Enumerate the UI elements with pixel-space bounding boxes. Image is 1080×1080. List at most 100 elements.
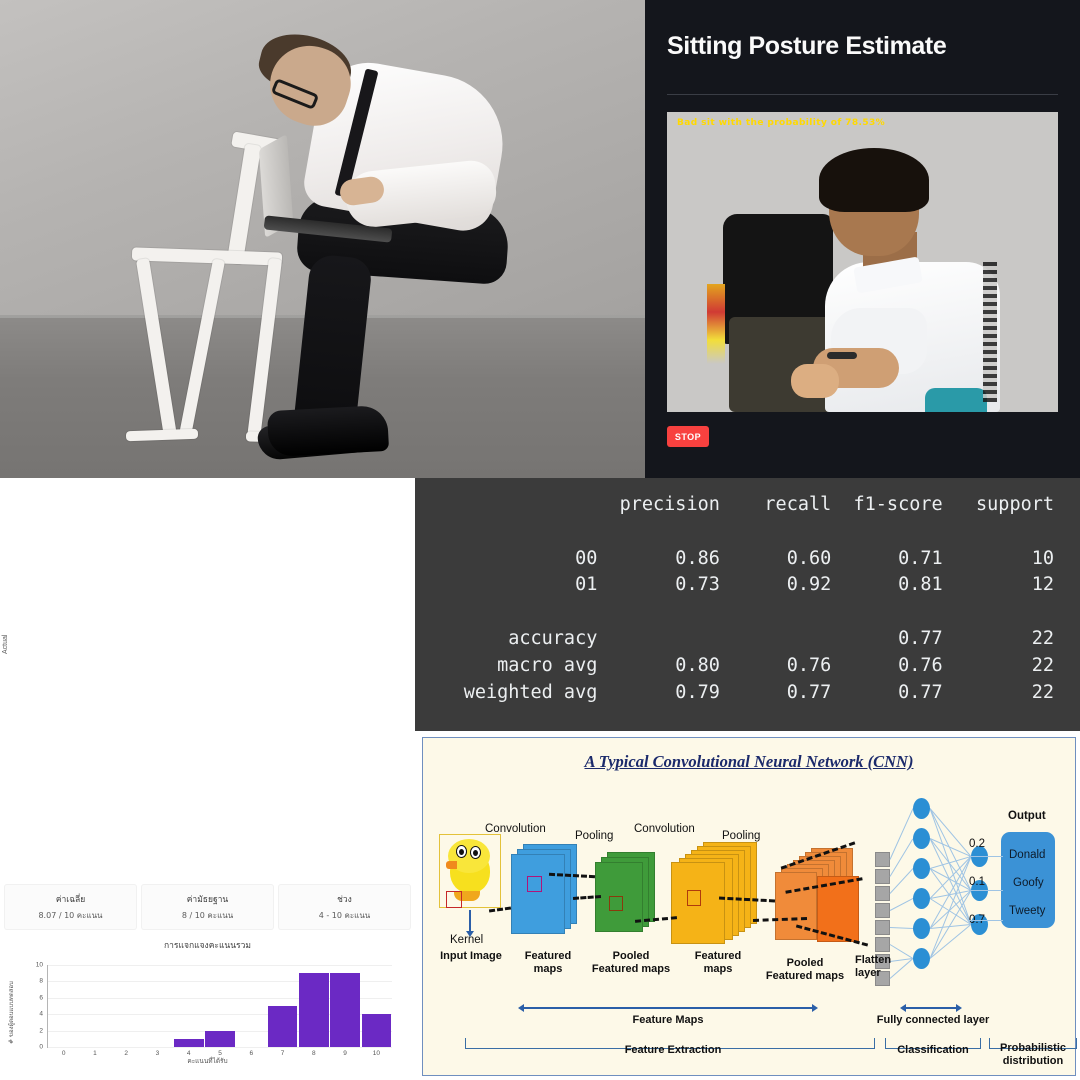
dashboard-collage: Sitting Posture Estimate Bad sit with th… [0, 0, 1080, 1080]
stat-card-mean: ค่าเฉลี่ย 8.07 / 10 คะแนน [4, 884, 137, 930]
hist-x-tick: 10 [372, 1050, 380, 1057]
label-probabilistic-b: distribution [1002, 1054, 1064, 1067]
score-histogram-chart: การแจกแจงคะแนนรวม # ของผู้ตอบแบบทดสอบ 0 2… [0, 932, 415, 1080]
kernel-label: Kernel [450, 934, 484, 946]
live-video-feed: Bad sit with the probability of 78.53% [667, 112, 1058, 412]
hist-x-axis-label: คะแนนที่ได้รับ [187, 1057, 228, 1065]
hist-bar [205, 1030, 235, 1047]
label-pooled-maps-1b: Featured maps [591, 962, 671, 975]
hist-y-tick: 4 [39, 1010, 43, 1018]
label-flatten-b: layer [855, 966, 881, 979]
hist-y-tick: 8 [39, 977, 43, 985]
hist-x-tick: 2 [124, 1050, 128, 1057]
hidden-neuron [913, 948, 930, 969]
label-pooled-maps-1a: Pooled [612, 950, 650, 962]
stop-button[interactable]: STOP [667, 426, 709, 447]
output-label-0: Donald [1009, 849, 1046, 861]
stat-card-median: ค่ามัธยฐาน 8 / 10 คะแนน [141, 884, 274, 930]
output-prob-0: 0.2 [969, 838, 985, 850]
hist-bar [330, 973, 360, 1047]
pooled-featured-maps-1 [595, 852, 655, 936]
fc-edge [889, 898, 914, 911]
flatten-cell [875, 920, 890, 935]
flatten-cell [875, 886, 890, 901]
hist-plot-area: 0 2 4 6 8 10 0 1 2 3 4 5 6 7 8 9 10 [36, 962, 392, 1057]
hist-x-tick: 9 [343, 1050, 347, 1057]
label-featured-maps-1b: maps [533, 962, 563, 975]
label-featured-maps-1a: Featured [524, 950, 572, 962]
featured-maps-2 [671, 842, 757, 944]
posture-app-panel: Sitting Posture Estimate Bad sit with th… [645, 0, 1080, 478]
output-label-2: Tweety [1009, 905, 1046, 917]
flatten-cell [875, 852, 890, 867]
hidden-neuron [913, 828, 930, 849]
input-image-thumbnail [439, 834, 501, 908]
stat-title: ช่วง [337, 895, 352, 905]
hist-x-tick: 6 [249, 1050, 254, 1057]
label-fully-connected: Fully connected layer [876, 1014, 990, 1026]
output-prob-1: 0.1 [969, 876, 985, 888]
classification-report-text: precision recall f1-score support 00 0.8… [463, 494, 1054, 703]
label-pooled-maps-2b: Featured maps [765, 969, 845, 982]
label-feature-extraction: Feature Extraction [624, 1044, 722, 1056]
stage-label-conv2: Convolution [634, 823, 695, 835]
hist-x-tick: 0 [61, 1050, 66, 1057]
hist-bar [298, 973, 329, 1047]
page-title: Sitting Posture Estimate [667, 32, 947, 60]
label-input-image: Input Image [440, 950, 502, 962]
output-heading: Output [1008, 810, 1046, 822]
hist-y-axis-label: # ของผู้ตอบแบบทดสอบ [8, 981, 15, 1044]
hist-x-tick: 7 [280, 1050, 285, 1057]
hidden-neuron [913, 798, 930, 819]
hist-y-tick: 10 [35, 961, 43, 969]
cnn-architecture-diagram: A Typical Convolutional Neural Network (… [418, 733, 1080, 1080]
cm-y-axis-label: Actual [2, 634, 9, 654]
hist-x-tick: 1 [93, 1050, 97, 1057]
summary-stats-row: ค่าเฉลี่ย 8.07 / 10 คะแนน ค่ามัธยฐาน 8 /… [0, 884, 415, 930]
hist-bar [267, 1006, 298, 1047]
confusion-matrix-chart: 6 4 1 11 Actual 00 01 00 01 Predicted [0, 478, 415, 1080]
stat-title: ค่ามัธยฐาน [186, 895, 229, 905]
hist-bar [173, 1038, 204, 1047]
divider [667, 94, 1058, 95]
kernel-arrow-icon [466, 910, 473, 937]
stat-value: 8 / 10 คะแนน [181, 911, 234, 920]
featured-maps-1 [511, 844, 577, 936]
stat-value: 8.07 / 10 คะแนน [38, 911, 103, 920]
label-featured-maps-2a: Featured [694, 950, 742, 962]
fully-connected-arrow [900, 1004, 962, 1011]
person-graphic [250, 20, 580, 470]
stat-card-range: ช่วง 4 - 10 คะแนน [278, 884, 411, 930]
kernel-box-icon [446, 891, 462, 908]
fc-edge [889, 927, 914, 929]
label-feature-maps: Feature Maps [632, 1014, 704, 1026]
hidden-neuron [913, 888, 930, 909]
flatten-cell [875, 869, 890, 884]
output-label-1: Goofy [1013, 877, 1044, 889]
cnn-diagram-title: A Typical Convolutional Neural Network (… [584, 752, 914, 771]
hist-y-tick: 2 [39, 1027, 43, 1035]
label-classification: Classification [897, 1044, 969, 1056]
feature-maps-arrow [518, 1004, 818, 1011]
hist-gridline [48, 1047, 392, 1048]
label-featured-maps-2b: maps [703, 962, 733, 975]
classification-report: precision recall f1-score support 00 0.8… [415, 478, 1080, 731]
label-probabilistic-a: Probabilistic [999, 1042, 1067, 1054]
stage-label-pool2: Pooling [722, 830, 761, 842]
hist-x-tick: 3 [155, 1050, 160, 1057]
hist-title: การแจกแจงคะแนนรวม [164, 941, 251, 951]
hidden-neuron [913, 918, 930, 939]
hist-x-tick: 8 [312, 1050, 316, 1057]
label-flatten-a: Flatten [855, 954, 892, 966]
stage-label-pool1: Pooling [575, 830, 614, 842]
fc-edge [889, 808, 914, 860]
prediction-overlay-text: Bad sit with the probability of 78.53% [677, 118, 886, 128]
label-pooled-maps-2a: Pooled [786, 957, 824, 969]
pooled-featured-maps-2 [775, 848, 867, 942]
hist-bars [48, 965, 392, 1047]
hist-y-tick: 0 [39, 1043, 43, 1051]
hist-y-tick: 6 [39, 994, 43, 1002]
hidden-neuron [913, 858, 930, 879]
stage-label-conv1: Convolution [485, 823, 546, 835]
posture-reference-photo [0, 0, 645, 478]
